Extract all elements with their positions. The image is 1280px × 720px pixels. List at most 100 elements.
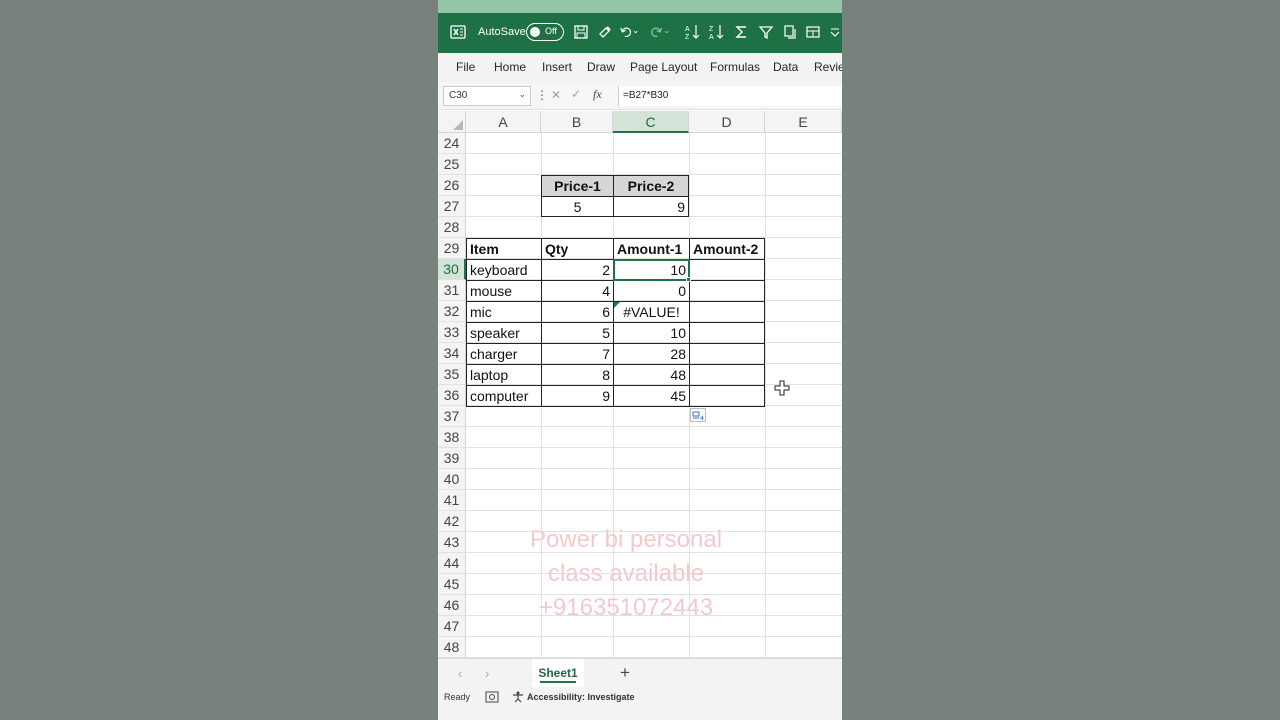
- table-cell-qty[interactable]: 7: [541, 343, 614, 365]
- chevron-down-icon[interactable]: ⌄: [518, 89, 526, 100]
- table-cell-amount1[interactable]: #VALUE!: [613, 301, 690, 323]
- table-cell-item[interactable]: mouse: [466, 280, 542, 302]
- row-header-32[interactable]: 32: [438, 301, 466, 322]
- chevron-right-icon[interactable]: ›: [485, 666, 489, 681]
- table-cell-item[interactable]: laptop: [466, 364, 542, 386]
- accessibility-status[interactable]: Accessibility: Investigate: [527, 692, 635, 702]
- table-cell-amount2[interactable]: [689, 322, 765, 344]
- formula-input[interactable]: =B27*B30: [618, 86, 842, 106]
- table-cell-qty[interactable]: 9: [541, 385, 614, 407]
- active-cell-selection[interactable]: [613, 259, 690, 281]
- table-cell-qty[interactable]: 5: [541, 322, 614, 344]
- tab-insert[interactable]: Insert: [542, 60, 572, 74]
- sort-descending-icon[interactable]: ZA: [707, 22, 727, 42]
- row-header-36[interactable]: 36: [438, 385, 466, 406]
- tab-formulas[interactable]: Formulas: [710, 60, 760, 74]
- amount-2-header[interactable]: Amount-2: [689, 238, 765, 260]
- table-cell-qty[interactable]: 6: [541, 301, 614, 323]
- table-cell-qty[interactable]: 4: [541, 280, 614, 302]
- table-cell-amount1[interactable]: 48: [613, 364, 690, 386]
- copy-icon[interactable]: [780, 22, 800, 42]
- column-header-e[interactable]: E: [765, 111, 842, 133]
- row-header-24[interactable]: 24: [438, 133, 466, 154]
- row-header-41[interactable]: 41: [438, 490, 466, 511]
- row-header-42[interactable]: 42: [438, 511, 466, 532]
- row-header-30[interactable]: 30: [438, 259, 466, 280]
- macro-record-icon[interactable]: [485, 691, 499, 705]
- tab-file[interactable]: File: [456, 60, 475, 74]
- row-header-33[interactable]: 33: [438, 322, 466, 343]
- format-painter-icon[interactable]: [595, 22, 615, 42]
- table-cell-item[interactable]: computer: [466, 385, 542, 407]
- autosave-toggle[interactable]: Off: [526, 23, 564, 41]
- table-cell-item[interactable]: speaker: [466, 322, 542, 344]
- row-header-39[interactable]: 39: [438, 448, 466, 469]
- column-header-d[interactable]: D: [689, 111, 765, 133]
- item-header[interactable]: Item: [466, 238, 542, 260]
- accessibility-icon[interactable]: [512, 691, 525, 705]
- add-sheet-button[interactable]: +: [620, 663, 630, 683]
- table-cell-item[interactable]: mic: [466, 301, 542, 323]
- row-header-43[interactable]: 43: [438, 532, 466, 553]
- row-header-29[interactable]: 29: [438, 238, 466, 259]
- column-header-b[interactable]: B: [541, 111, 613, 133]
- column-header-a[interactable]: A: [466, 111, 541, 133]
- table-cell-qty[interactable]: 2: [541, 259, 614, 281]
- redo-icon[interactable]: [650, 22, 670, 42]
- table-cell-item[interactable]: keyboard: [466, 259, 542, 281]
- table-cell-amount1[interactable]: 10: [613, 322, 690, 344]
- row-header-25[interactable]: 25: [438, 154, 466, 175]
- row-header-26[interactable]: 26: [438, 175, 466, 196]
- fill-handle[interactable]: [686, 277, 691, 282]
- tab-draw[interactable]: Draw: [587, 60, 615, 74]
- qty-header[interactable]: Qty: [541, 238, 614, 260]
- table-cell-amount2[interactable]: [689, 259, 765, 281]
- form-icon[interactable]: [803, 22, 823, 42]
- chevron-left-icon[interactable]: ‹: [458, 666, 462, 681]
- row-header-38[interactable]: 38: [438, 427, 466, 448]
- customize-icon[interactable]: [828, 22, 842, 42]
- autosum-icon[interactable]: [732, 22, 752, 42]
- tab-page-layout[interactable]: Page Layout: [630, 60, 697, 74]
- save-icon[interactable]: [571, 22, 591, 42]
- error-indicator-icon[interactable]: [614, 302, 620, 308]
- row-header-46[interactable]: 46: [438, 595, 466, 616]
- sort-ascending-icon[interactable]: AZ: [683, 22, 703, 42]
- amount-1-header[interactable]: Amount-1: [613, 238, 690, 260]
- row-header-31[interactable]: 31: [438, 280, 466, 301]
- select-all-button[interactable]: [438, 111, 466, 133]
- table-cell-amount2[interactable]: [689, 280, 765, 302]
- insert-function-icon[interactable]: fx: [593, 87, 602, 102]
- row-header-45[interactable]: 45: [438, 574, 466, 595]
- price-1-header[interactable]: Price-1: [541, 175, 614, 197]
- table-cell-amount2[interactable]: [689, 364, 765, 386]
- undo-icon[interactable]: [619, 22, 639, 42]
- table-cell-qty[interactable]: 8: [541, 364, 614, 386]
- row-header-48[interactable]: 48: [438, 637, 466, 658]
- tab-data[interactable]: Data: [773, 60, 798, 74]
- row-header-35[interactable]: 35: [438, 364, 466, 385]
- price-1-value[interactable]: 5: [541, 196, 614, 217]
- row-header-27[interactable]: 27: [438, 196, 466, 217]
- price-2-value[interactable]: 9: [613, 196, 689, 217]
- cancel-icon[interactable]: ✕: [551, 88, 561, 102]
- row-header-34[interactable]: 34: [438, 343, 466, 364]
- table-cell-item[interactable]: charger: [466, 343, 542, 365]
- tab-review[interactable]: Revie: [814, 60, 842, 74]
- sheet-tab-sheet1[interactable]: Sheet1: [532, 659, 584, 687]
- row-header-44[interactable]: 44: [438, 553, 466, 574]
- row-header-40[interactable]: 40: [438, 469, 466, 490]
- table-cell-amount1[interactable]: 0: [613, 280, 690, 302]
- price-2-header[interactable]: Price-2: [613, 175, 689, 197]
- table-cell-amount2[interactable]: [689, 301, 765, 323]
- more-icon[interactable]: ⋮: [536, 88, 548, 102]
- table-cell-amount1[interactable]: 28: [613, 343, 690, 365]
- row-header-47[interactable]: 47: [438, 616, 466, 637]
- table-cell-amount2[interactable]: [689, 385, 765, 407]
- enter-icon[interactable]: ✓: [571, 87, 581, 101]
- row-header-37[interactable]: 37: [438, 406, 466, 427]
- column-header-c[interactable]: C: [613, 111, 689, 133]
- filter-icon[interactable]: [756, 22, 776, 42]
- row-header-28[interactable]: 28: [438, 217, 466, 238]
- name-box[interactable]: C30 ⌄: [443, 86, 531, 106]
